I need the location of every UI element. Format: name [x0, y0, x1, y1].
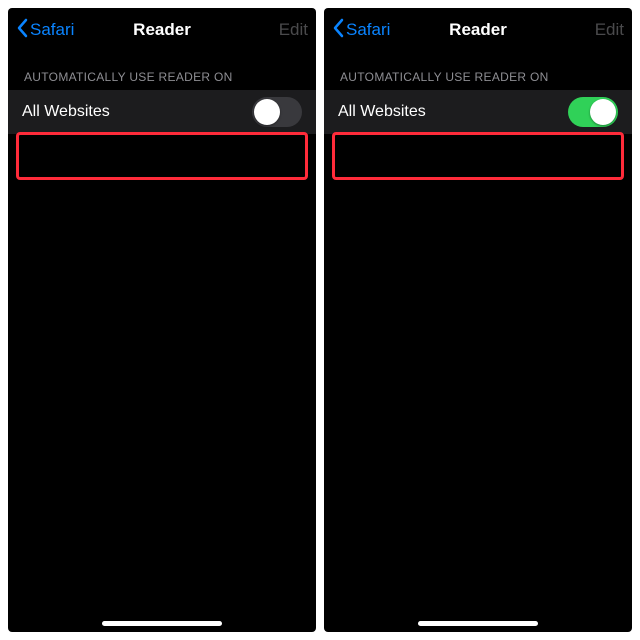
section-header: AUTOMATICALLY USE READER ON: [8, 70, 316, 90]
all-websites-row[interactable]: All Websites: [8, 90, 316, 134]
row-label: All Websites: [338, 103, 426, 121]
home-indicator[interactable]: [102, 621, 222, 626]
content: AUTOMATICALLY USE READER ON All Websites: [324, 52, 632, 632]
phone-screen-right: Safari Reader Edit AUTOMATICALLY USE REA…: [324, 8, 632, 632]
navbar: Safari Reader Edit: [8, 8, 316, 52]
section-header: AUTOMATICALLY USE READER ON: [324, 70, 632, 90]
highlight-box: [332, 132, 624, 180]
home-indicator[interactable]: [418, 621, 538, 626]
all-websites-toggle[interactable]: [252, 97, 302, 127]
back-button[interactable]: Safari: [332, 18, 390, 43]
edit-button[interactable]: Edit: [279, 20, 308, 40]
toggle-knob: [590, 99, 616, 125]
back-button[interactable]: Safari: [16, 18, 74, 43]
edit-button[interactable]: Edit: [595, 20, 624, 40]
highlight-box: [16, 132, 308, 180]
all-websites-row[interactable]: All Websites: [324, 90, 632, 134]
chevron-left-icon: [332, 18, 344, 43]
page-title: Reader: [133, 20, 191, 40]
navbar: Safari Reader Edit: [324, 8, 632, 52]
phone-screen-left: Safari Reader Edit AUTOMATICALLY USE REA…: [8, 8, 316, 632]
chevron-left-icon: [16, 18, 28, 43]
row-label: All Websites: [22, 103, 110, 121]
back-label: Safari: [30, 20, 74, 40]
all-websites-toggle[interactable]: [568, 97, 618, 127]
back-label: Safari: [346, 20, 390, 40]
page-title: Reader: [449, 20, 507, 40]
content: AUTOMATICALLY USE READER ON All Websites: [8, 52, 316, 632]
toggle-knob: [254, 99, 280, 125]
